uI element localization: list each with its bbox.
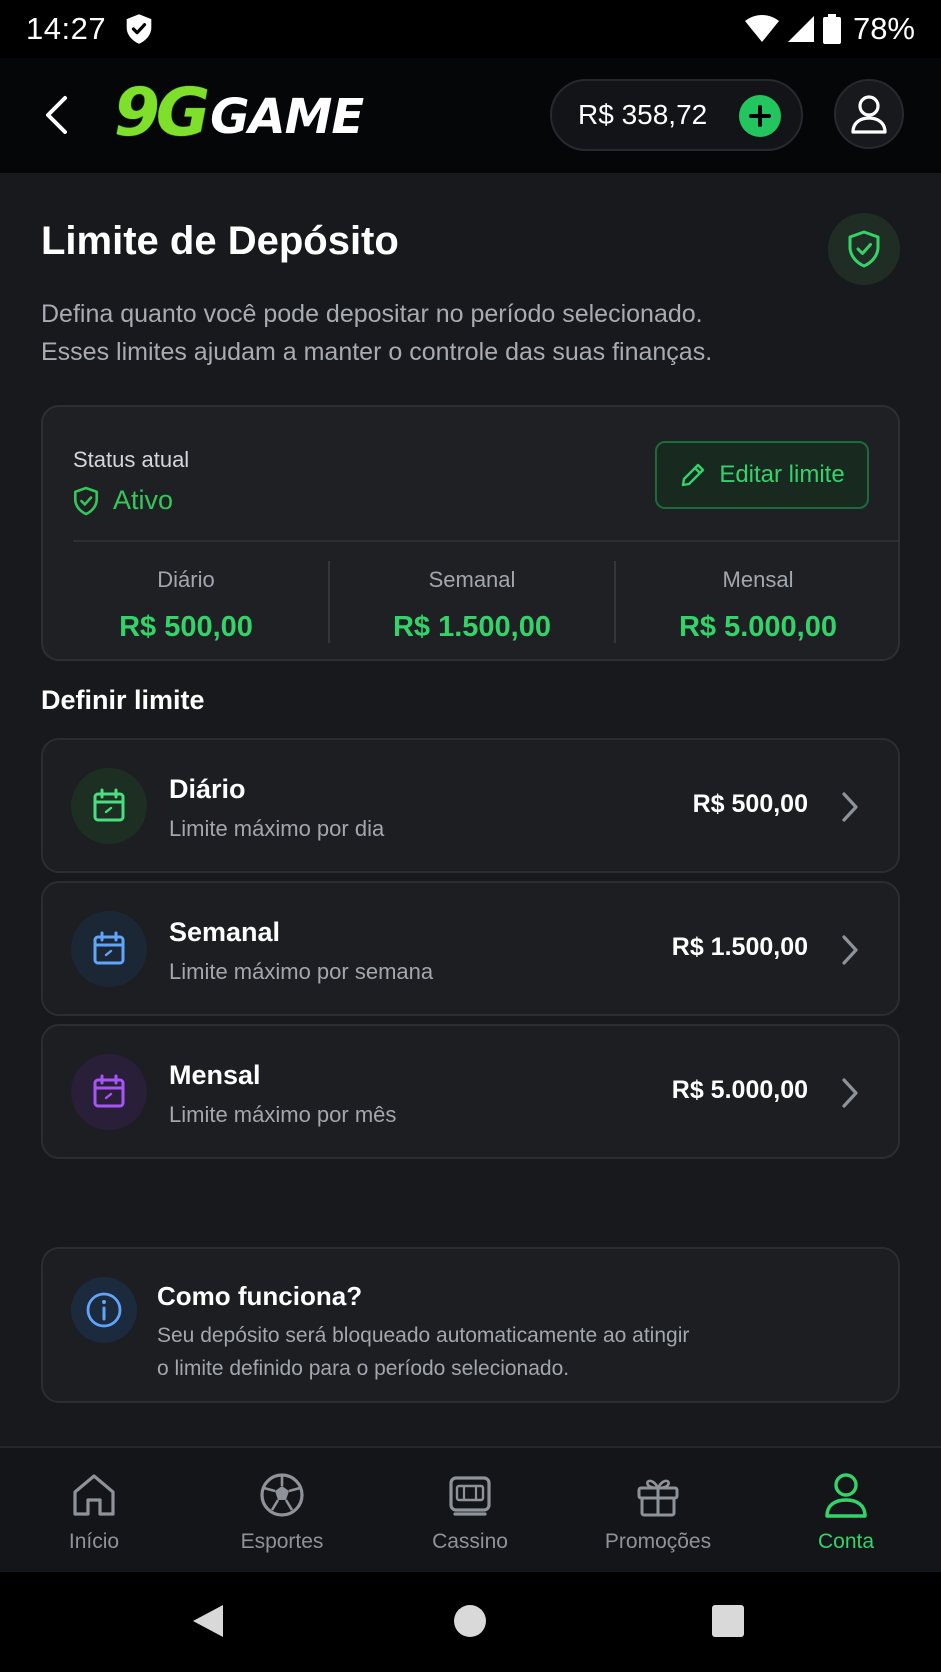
bottom-nav: Início Esportes Cassino Promoções Conta [0, 1446, 941, 1572]
row-amount: R$ 5.000,00 [671, 1076, 808, 1104]
logo-game-text: GAME [210, 89, 364, 145]
info-text-line-2: o limite definido para o período selecio… [157, 1357, 570, 1380]
signal-icon [787, 16, 814, 42]
nav-item-account[interactable]: Conta [752, 1470, 940, 1554]
wifi-icon [744, 15, 779, 42]
status-value: Ativo [73, 485, 173, 516]
limit-summary-value: R$ 1.500,00 [392, 611, 551, 643]
info-icon [86, 1292, 122, 1328]
limit-summary-label: Mensal [722, 567, 794, 592]
user-icon [825, 1473, 867, 1518]
description-line-2: Esses limites ajudam a manter o controle… [41, 338, 713, 366]
chevron-left-icon [46, 96, 67, 134]
nav-item-casino[interactable]: Cassino [376, 1470, 564, 1554]
page-title: Limite de Depósito [41, 219, 399, 263]
balance-amount: R$ 358,72 [578, 99, 708, 130]
soccer-ball-icon [260, 1473, 304, 1517]
title-shield-badge [828, 213, 900, 285]
row-subtitle: Limite máximo por semana [169, 959, 434, 984]
row-subtitle: Limite máximo por mês [169, 1102, 397, 1127]
edit-limit-button[interactable]: Editar limite [655, 441, 869, 509]
plus-icon [749, 105, 771, 127]
system-recents-icon[interactable] [711, 1604, 745, 1638]
pencil-icon [682, 463, 705, 487]
home-icon [73, 1474, 115, 1516]
battery-percentage: 78% [852, 11, 915, 46]
status-value-text: Ativo [113, 485, 174, 515]
calendar-icon [93, 1074, 125, 1108]
main-content: Limite de Depósito Defina quanto você po… [0, 173, 941, 1446]
shield-check-icon [73, 486, 99, 515]
info-title: Como funciona? [157, 1281, 363, 1311]
shield-status-icon [126, 14, 152, 44]
row-amount: R$ 500,00 [692, 790, 808, 818]
limit-summary-value: R$ 500,00 [119, 611, 253, 643]
info-text-line-1: Seu depósito será bloqueado automaticame… [157, 1324, 690, 1347]
card-divider [73, 540, 898, 542]
chevron-right-icon [842, 792, 858, 822]
status-label: Status atual [73, 447, 190, 472]
profile-button[interactable] [834, 79, 904, 149]
nav-item-sports[interactable]: Esportes [188, 1470, 376, 1554]
battery-icon [822, 14, 841, 44]
info-card: Como funciona? Seu depósito será bloquea… [41, 1247, 900, 1403]
status-right-group: 78% [744, 11, 915, 47]
nav-label: Cassino [432, 1530, 508, 1553]
limit-row-monthly[interactable]: Mensal Limite máximo por mês R$ 5.000,00 [41, 1024, 900, 1159]
page-description: Defina quanto você pode depositar no per… [41, 295, 881, 371]
nav-label: Conta [817, 1530, 875, 1553]
chevron-right-icon [842, 1078, 858, 1108]
user-icon [851, 95, 887, 134]
system-home-icon[interactable] [453, 1604, 487, 1638]
row-title: Diário [169, 774, 246, 804]
row-icon-badge [71, 768, 147, 844]
nav-label: Início [68, 1530, 120, 1553]
row-amount: R$ 1.500,00 [671, 933, 808, 961]
limit-row-daily[interactable]: Diário Limite máximo por dia R$ 500,00 [41, 738, 900, 873]
system-back-icon[interactable] [190, 1602, 226, 1640]
nav-item-home[interactable]: Início [0, 1470, 188, 1554]
status-time: 14:27 [26, 11, 107, 46]
nav-item-promotions[interactable]: Promoções [564, 1470, 752, 1554]
limit-summary-value: R$ 5.000,00 [678, 611, 837, 643]
limit-summary-monthly: Mensal R$ 5.000,00 [615, 567, 901, 644]
info-text: Seu depósito será bloqueado automaticame… [157, 1319, 689, 1385]
edit-limit-label: Editar limite [719, 461, 845, 488]
description-line-1: Defina quanto você pode depositar no per… [41, 300, 703, 328]
calendar-icon [93, 931, 125, 965]
row-icon-badge [71, 911, 147, 987]
limit-summary-label: Semanal [428, 567, 516, 592]
limit-row-weekly[interactable]: Semanal Limite máximo por semana R$ 1.50… [41, 881, 900, 1016]
row-icon-badge [71, 1054, 147, 1130]
app-header: 9G GAME R$ 358,72 [0, 58, 941, 173]
slot-machine-icon [449, 1476, 491, 1516]
calendar-icon [93, 788, 125, 822]
balance-pill[interactable]: R$ 358,72 [550, 79, 803, 151]
limit-summary-label: Diário [157, 567, 215, 592]
add-funds-button[interactable] [739, 95, 781, 137]
row-title: Mensal [169, 1060, 261, 1090]
app-logo[interactable]: 9G GAME [114, 74, 364, 151]
chevron-right-icon [842, 935, 858, 965]
logo-9g-text: 9G [114, 74, 210, 151]
row-title: Semanal [169, 917, 281, 947]
status-bar: 14:27 78% [0, 0, 941, 58]
back-button[interactable] [36, 88, 76, 142]
shield-check-icon [848, 230, 880, 268]
nav-label: Esportes [240, 1530, 324, 1553]
section-title: Definir limite [41, 685, 205, 715]
limit-summary-weekly: Semanal R$ 1.500,00 [329, 567, 615, 644]
limit-summary-daily: Diário R$ 500,00 [43, 567, 329, 644]
gift-icon [637, 1479, 679, 1517]
system-navigation-bar [0, 1572, 941, 1672]
nav-label: Promoções [604, 1530, 712, 1553]
status-card: Status atual Ativo Editar limite Diário … [41, 405, 900, 661]
row-subtitle: Limite máximo por dia [169, 816, 385, 841]
info-icon-badge [71, 1277, 137, 1343]
